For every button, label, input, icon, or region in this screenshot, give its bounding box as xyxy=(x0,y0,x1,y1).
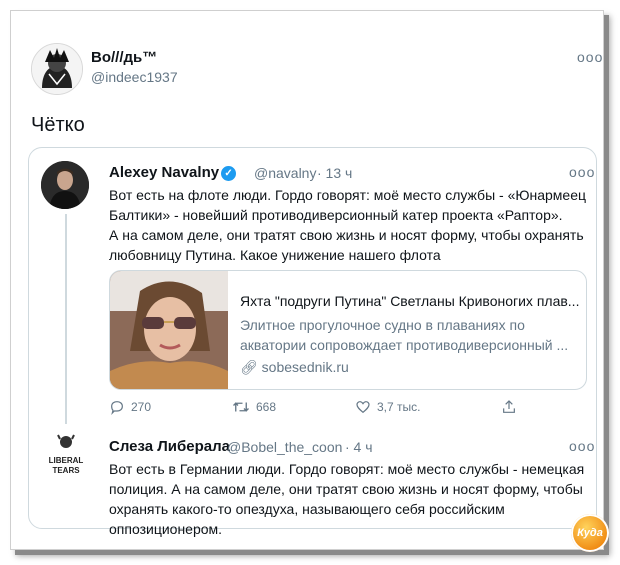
reply-time[interactable]: · 4 ч xyxy=(345,439,373,455)
reply-count: 270 xyxy=(131,400,152,414)
portrait-icon xyxy=(32,44,82,94)
heart-icon xyxy=(356,401,370,414)
quoted-more-options-icon[interactable]: ooo xyxy=(569,164,595,180)
navalny-name-text: Alexey Navalny xyxy=(109,164,220,181)
reply-more-options-icon[interactable]: ooo xyxy=(569,438,595,454)
quoted-text-line-1: Вот есть на флоте люди. Гордо говорят: м… xyxy=(109,187,587,203)
link-preview-card[interactable]: Яхта "подруги Путина" Светланы Кривоноги… xyxy=(109,270,587,390)
woman-portrait-icon xyxy=(110,271,228,389)
reply-text-line-4: оппозиционером. xyxy=(109,521,223,537)
svg-text:LIBERAL: LIBERAL xyxy=(49,456,84,465)
retweet-count: 668 xyxy=(256,400,277,414)
verified-badge-icon: ✓ xyxy=(221,166,237,181)
reply-button[interactable]: 270 xyxy=(109,399,151,415)
navalny-handle[interactable]: @navalny xyxy=(254,165,316,181)
reply-text-line-2: полиция. А на самом деле, они тратят сво… xyxy=(109,481,583,497)
svg-text:TEARS: TEARS xyxy=(52,466,80,475)
reply-text-line-3: охранять какого-то опездуха, называющего… xyxy=(109,501,505,517)
quoted-tweet-box[interactable]: Alexey Navalny ✓ @navalny · 13 ч ooo Вот … xyxy=(28,147,597,537)
thread-line xyxy=(65,214,67,424)
card-description-line-1: Элитное прогулочное судно в плаваниях по xyxy=(240,317,525,333)
reply-author-handle[interactable]: @Bobel_the_coon xyxy=(227,439,342,455)
share-button[interactable] xyxy=(501,399,517,415)
like-count: 3,7 тыс. xyxy=(377,400,421,414)
retweet-icon xyxy=(233,402,249,412)
card-title: Яхта "подруги Путина" Светланы Кривоноги… xyxy=(240,293,580,309)
reply-icon xyxy=(111,401,123,415)
navalny-avatar[interactable] xyxy=(41,161,89,209)
card-link-text: sobesednik.ru xyxy=(261,359,349,375)
watermark-logo: Куда xyxy=(571,514,609,552)
quoted-text-line-3: А на самом деле, они тратят свою жизнь и… xyxy=(109,227,584,243)
reply-avatar[interactable]: LIBERAL TEARS xyxy=(43,433,89,479)
quoted-text-line-4: любовницу Путина. Какое унижение нашего … xyxy=(109,247,441,263)
link-icon: 🔗︎ xyxy=(240,359,258,375)
liberal-tears-logo-icon: LIBERAL TEARS xyxy=(43,433,89,479)
screenshot-frame: Bo///дь™ @indeec1937 ooo Чётко Alexey Na… xyxy=(10,10,609,552)
author-name[interactable]: Bo///дь™ xyxy=(91,49,157,66)
quoted-text-line-2: Балтики» - новейший противодиверсионный … xyxy=(109,207,563,223)
share-icon xyxy=(503,400,515,413)
retweet-button[interactable]: 668 xyxy=(232,399,276,415)
card-description-line-2: акватории сопровождает противодиверсионн… xyxy=(240,337,569,353)
author-handle[interactable]: @indeec1937 xyxy=(91,69,178,85)
author-avatar[interactable] xyxy=(31,43,83,95)
navalny-time[interactable]: · 13 ч xyxy=(317,165,352,181)
navalny-name[interactable]: Alexey Navalny ✓ xyxy=(109,164,237,181)
more-options-icon[interactable]: ooo xyxy=(577,49,603,65)
tweet-text: Чётко xyxy=(31,114,85,136)
reply-author-name[interactable]: Слеза Либерала xyxy=(109,438,230,455)
card-link[interactable]: 🔗︎ sobesednik.ru xyxy=(240,359,349,376)
card-thumbnail xyxy=(110,271,228,389)
person-photo-icon xyxy=(41,161,89,209)
like-button[interactable]: 3,7 тыс. xyxy=(355,399,420,415)
reply-text-line-1: Вот есть в Германии люди. Гордо говорят:… xyxy=(109,461,585,477)
